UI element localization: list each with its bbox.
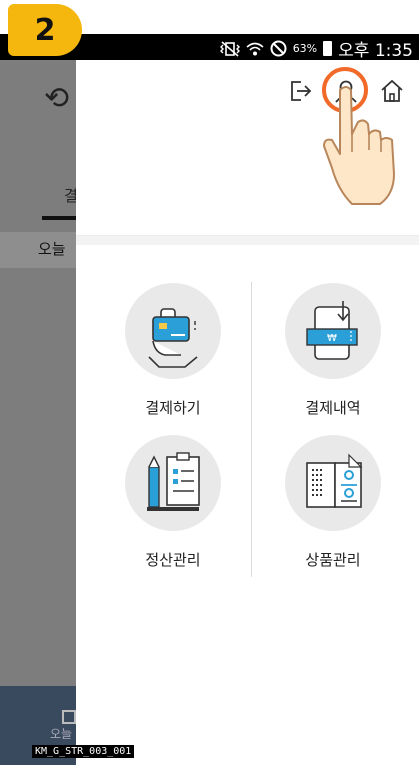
- menu-item-payment[interactable]: 결제하기: [98, 283, 248, 418]
- menu-label: 정산관리: [145, 551, 201, 569]
- background-bottom-icon: [62, 710, 76, 724]
- tab-indicator: [42, 216, 76, 220]
- menu-label: 결제하기: [145, 399, 201, 417]
- background-screen: ⟲ 결 오늘 오늘: [0, 60, 76, 765]
- image-caption: KM_G_STR_003_001: [32, 745, 135, 758]
- pointing-hand-icon: [323, 86, 395, 205]
- logout-icon[interactable]: [288, 78, 314, 104]
- product-management-icon: [285, 435, 381, 531]
- battery-percent: 63%: [292, 42, 318, 55]
- refresh-icon: ⟲: [44, 81, 70, 116]
- step-badge: 2: [8, 4, 82, 56]
- battery-icon: [323, 41, 333, 56]
- wifi-icon: [246, 42, 264, 55]
- background-today-label: 오늘: [38, 240, 66, 258]
- background-tab-label: 결: [64, 187, 76, 205]
- menu-label: 상품관리: [305, 551, 361, 569]
- menu-label: 결제내역: [305, 399, 361, 417]
- card-payment-icon: [125, 283, 221, 379]
- menu-item-products[interactable]: 상품관리: [258, 435, 408, 570]
- background-bottom-label: 오늘: [50, 727, 73, 741]
- menu-column-divider: [251, 282, 252, 577]
- no-sim-icon: [270, 40, 287, 57]
- payment-history-icon: ₩: [285, 283, 381, 379]
- header-divider: [76, 235, 419, 245]
- menu-item-settlement[interactable]: 정산관리: [98, 435, 248, 570]
- menu-item-payment-history[interactable]: ₩ 결제내역: [258, 283, 408, 418]
- svg-text:₩: ₩: [327, 333, 337, 344]
- screen: 63% 오후 1:35 ⟲ 결 오늘 오늘 결제하기 ₩ 결제내역 정산관리 상…: [0, 0, 419, 765]
- settlement-icon: [125, 435, 221, 531]
- clock: 오후 1:35: [338, 41, 413, 61]
- mute-vibrate-icon: [219, 40, 240, 57]
